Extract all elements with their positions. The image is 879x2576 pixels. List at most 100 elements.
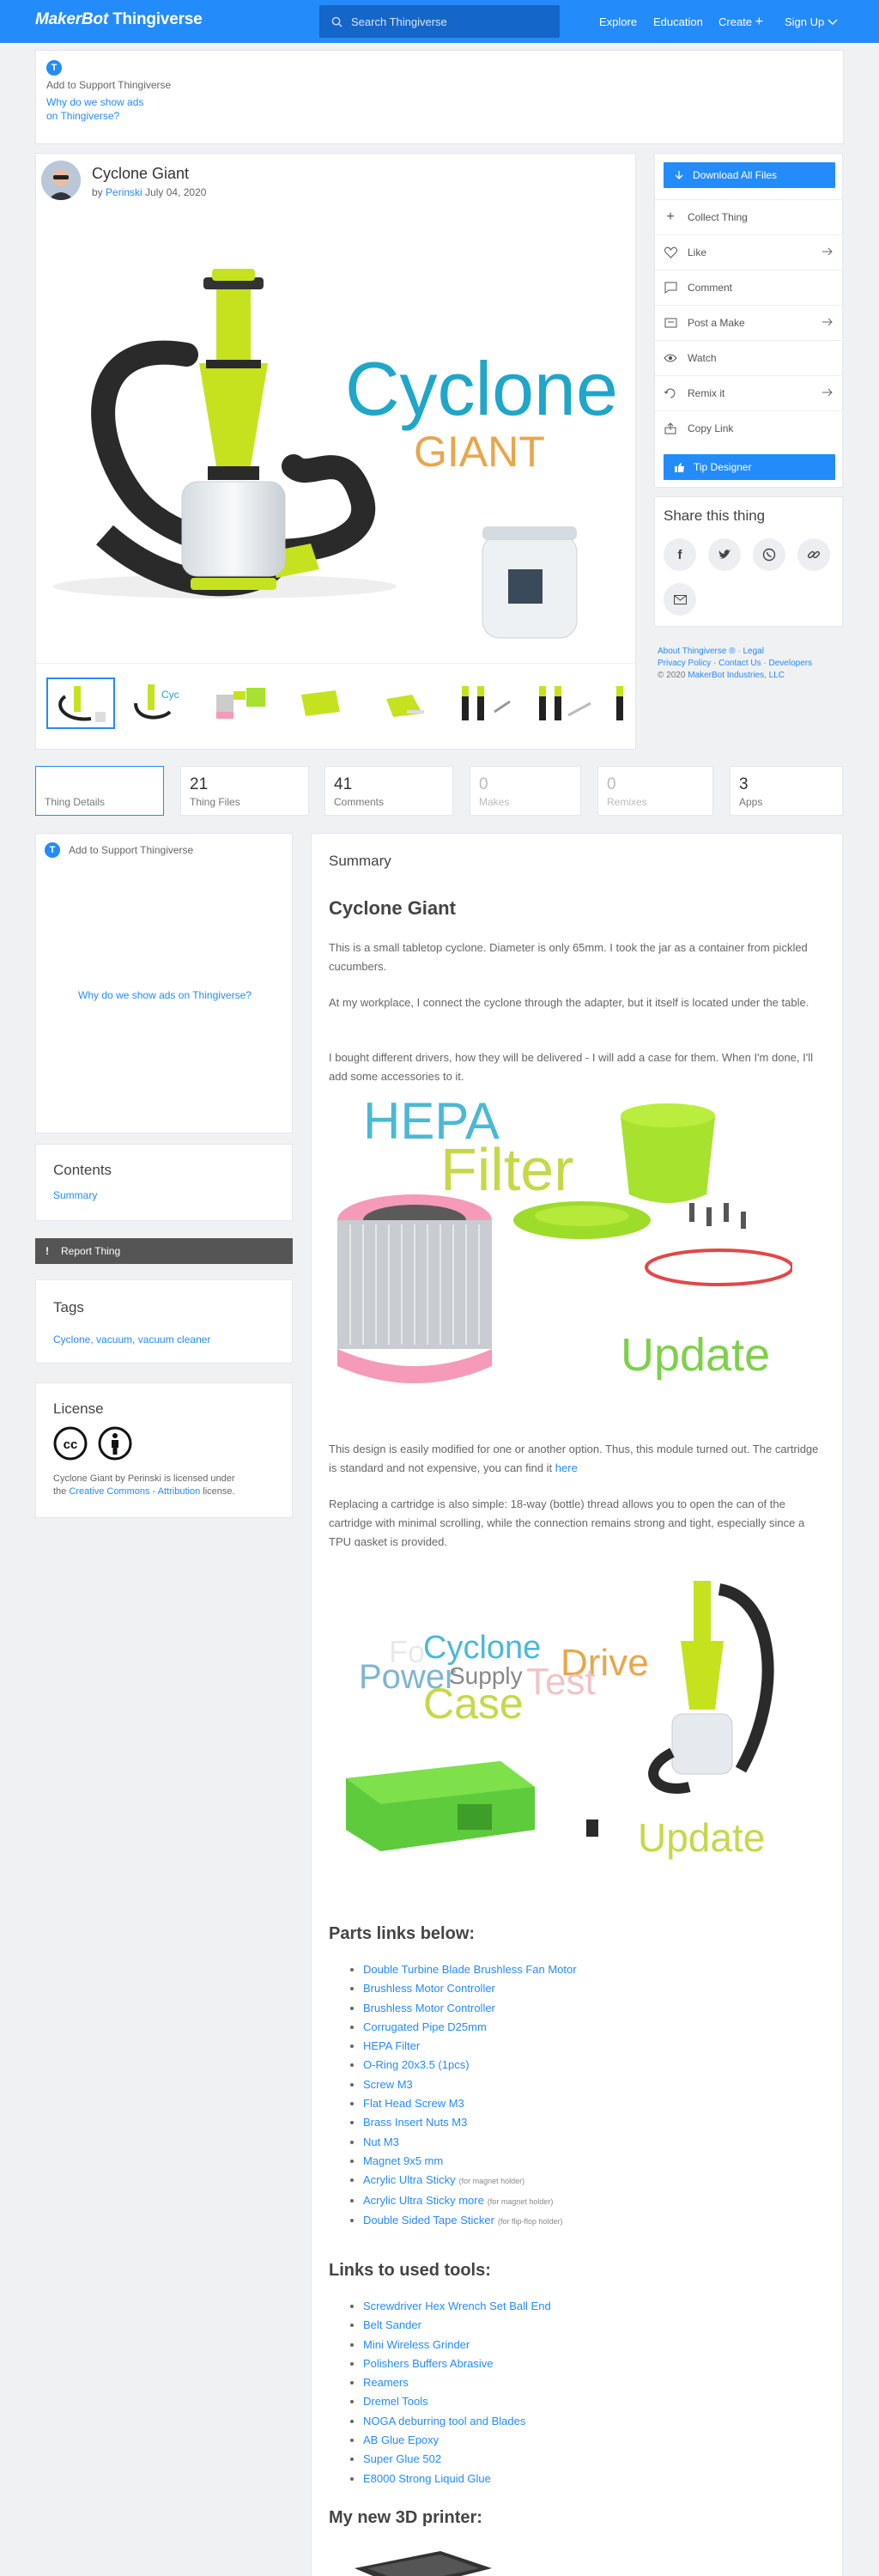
parts-link-item[interactable]: Brushless Motor Controller bbox=[363, 1979, 827, 1998]
parts-link-item[interactable]: Flat Head Screw M3 bbox=[363, 2094, 827, 2113]
parts-link[interactable]: Double Sided Tape Sticker bbox=[363, 2214, 494, 2227]
report-thing-button[interactable]: ! Report Thing bbox=[35, 1238, 293, 1264]
twitter-share-button[interactable] bbox=[708, 538, 741, 571]
tools-link[interactable]: Super Glue 502 bbox=[363, 2452, 441, 2465]
like-button[interactable]: Like bbox=[655, 234, 844, 270]
tools-link[interactable]: NOGA deburring tool and Blades bbox=[363, 2415, 525, 2427]
site-logo[interactable]: MakerBot Thingiverse bbox=[35, 10, 203, 29]
tools-link[interactable]: Reamers bbox=[363, 2376, 409, 2389]
parts-link[interactable]: Screw M3 bbox=[363, 2078, 413, 2091]
legal-link[interactable]: Legal bbox=[743, 647, 763, 656]
parts-link[interactable]: Magnet 9x5 mm bbox=[363, 2154, 443, 2167]
nav-sign-up[interactable]: Sign Up bbox=[785, 15, 838, 28]
thumbnail-4[interactable] bbox=[288, 677, 357, 729]
parts-link[interactable]: Corrugated Pipe D25mm bbox=[363, 2020, 487, 2033]
email-share-button[interactable] bbox=[664, 583, 696, 616]
parts-link[interactable]: HEPA Filter bbox=[363, 2039, 420, 2052]
hero-image[interactable]: Cyclone GIANT bbox=[53, 209, 620, 655]
thumbnail-8[interactable] bbox=[609, 677, 630, 729]
power-supply-image[interactable]: Fo Power Cyclone Supply Drive Case Test … bbox=[329, 1546, 792, 1873]
author-link[interactable]: Perinski bbox=[106, 186, 142, 198]
license-link[interactable]: Creative Commons - Attribution bbox=[69, 1486, 200, 1497]
developers-link[interactable]: Developers bbox=[769, 659, 813, 668]
copy-link-share-button[interactable] bbox=[797, 538, 830, 571]
nav-explore[interactable]: Explore bbox=[599, 15, 637, 28]
thumbnail-7[interactable] bbox=[530, 677, 599, 729]
parts-link[interactable]: Nut M3 bbox=[363, 2136, 399, 2148]
parts-link-item[interactable]: Double Turbine Blade Brushless Fan Motor bbox=[363, 1960, 827, 1979]
nav-education[interactable]: Education bbox=[653, 15, 703, 28]
avatar[interactable] bbox=[41, 161, 81, 200]
watch-button[interactable]: Watch bbox=[655, 340, 844, 375]
parts-link-item[interactable]: Screw M3 bbox=[363, 2075, 827, 2094]
tools-link-item[interactable]: Super Glue 502 bbox=[363, 2450, 827, 2469]
parts-link-item[interactable]: Brushless Motor Controller bbox=[363, 1999, 827, 2018]
tools-link[interactable]: Dremel Tools bbox=[363, 2395, 428, 2408]
tools-link-item[interactable]: AB Glue Epoxy bbox=[363, 2431, 827, 2450]
thumbnail-2[interactable]: Cyc bbox=[127, 677, 196, 729]
remix-it-button[interactable]: Remix it bbox=[655, 375, 844, 410]
parts-link-item[interactable]: Acrylic Ultra Sticky(for magnet holder) bbox=[363, 2171, 827, 2190]
about-link[interactable]: About Thingiverse ® bbox=[658, 647, 736, 656]
tools-link[interactable]: Belt Sander bbox=[363, 2318, 421, 2331]
parts-link[interactable]: Brass Insert Nuts M3 bbox=[363, 2116, 467, 2129]
tools-link-item[interactable]: NOGA deburring tool and Blades bbox=[363, 2412, 827, 2431]
comment-button[interactable]: Comment bbox=[655, 270, 844, 305]
thumbnail-3[interactable] bbox=[208, 677, 276, 729]
tools-link[interactable]: E8000 Strong Liquid Glue bbox=[363, 2472, 491, 2485]
company-link[interactable]: MakerBot Industries, LLC bbox=[688, 671, 785, 680]
download-all-files-button[interactable]: Download All Files bbox=[664, 162, 835, 188]
tools-link-item[interactable]: Belt Sander bbox=[363, 2316, 827, 2335]
tools-link-item[interactable]: Mini Wireless Grinder bbox=[363, 2336, 827, 2354]
tab-thing-details[interactable]: Thing Details bbox=[35, 766, 164, 816]
collect-thing-button[interactable]: + Collect Thing bbox=[655, 199, 844, 234]
tools-link[interactable]: Polishers Buffers Abrasive bbox=[363, 2357, 494, 2370]
parts-link-item[interactable]: Brass Insert Nuts M3 bbox=[363, 2113, 827, 2132]
parts-link[interactable]: Double Turbine Blade Brushless Fan Motor bbox=[363, 1963, 577, 1976]
privacy-link[interactable]: Privacy Policy bbox=[658, 659, 711, 668]
parts-link-item[interactable]: HEPA Filter bbox=[363, 2037, 827, 2056]
printer-image[interactable] bbox=[329, 2543, 500, 2576]
tools-link-item[interactable]: Reamers bbox=[363, 2373, 827, 2392]
tab-remixes[interactable]: 0 Remixes bbox=[597, 766, 713, 816]
parts-link[interactable]: Acrylic Ultra Sticky more bbox=[363, 2194, 484, 2207]
facebook-share-button[interactable]: f bbox=[664, 538, 696, 571]
license-badges[interactable]: cc bbox=[53, 1426, 132, 1461]
why-ads-link[interactable]: Why do we show ads on Thingiverse? bbox=[36, 989, 294, 1001]
contents-summary-link[interactable]: Summary bbox=[53, 1189, 97, 1201]
tab-makes[interactable]: 0 Makes bbox=[470, 766, 581, 816]
tools-link-item[interactable]: Dremel Tools bbox=[363, 2392, 827, 2411]
tab-comments[interactable]: 41 Comments bbox=[324, 766, 453, 816]
tools-link[interactable]: Mini Wireless Grinder bbox=[363, 2338, 470, 2351]
parts-link-item[interactable]: Corrugated Pipe D25mm bbox=[363, 2018, 827, 2037]
parts-link[interactable]: Brushless Motor Controller bbox=[363, 2002, 495, 2014]
parts-link[interactable]: Flat Head Screw M3 bbox=[363, 2097, 464, 2110]
tags-list[interactable]: Cyclone, vacuum, vacuum cleaner bbox=[53, 1334, 210, 1346]
tools-link-item[interactable]: Screwdriver Hex Wrench Set Ball End bbox=[363, 2297, 827, 2316]
parts-link-item[interactable]: Acrylic Ultra Sticky more(for magnet hol… bbox=[363, 2191, 827, 2211]
thumbnail-5[interactable] bbox=[369, 677, 438, 729]
tools-link-item[interactable]: E8000 Strong Liquid Glue bbox=[363, 2470, 827, 2488]
parts-link[interactable]: Acrylic Ultra Sticky bbox=[363, 2173, 456, 2186]
tab-apps[interactable]: 3 Apps bbox=[730, 766, 843, 816]
tools-link-item[interactable]: Polishers Buffers Abrasive bbox=[363, 2354, 827, 2373]
whatsapp-share-button[interactable] bbox=[753, 538, 785, 571]
search-input[interactable] bbox=[351, 15, 540, 28]
parts-link[interactable]: Brushless Motor Controller bbox=[363, 1982, 495, 1995]
tools-link[interactable]: AB Glue Epoxy bbox=[363, 2433, 439, 2446]
cartridge-here-link[interactable]: here bbox=[555, 1461, 578, 1474]
parts-link-item[interactable]: Nut M3 bbox=[363, 2133, 827, 2152]
nav-create[interactable]: Create + bbox=[718, 15, 763, 29]
copy-link-button[interactable]: Copy Link bbox=[655, 410, 844, 446]
search-box[interactable] bbox=[319, 5, 560, 38]
hepa-filter-image[interactable]: HEPA Filter Update bbox=[329, 1091, 794, 1418]
post-a-make-button[interactable]: Post a Make bbox=[655, 305, 844, 340]
contact-link[interactable]: Contact Us bbox=[718, 659, 761, 668]
parts-link-item[interactable]: Double Sided Tape Sticker(for flip-flop … bbox=[363, 2211, 827, 2231]
parts-link-item[interactable]: O-Ring 20x3.5 (1pcs) bbox=[363, 2056, 827, 2075]
tip-designer-button[interactable]: Tip Designer bbox=[664, 454, 835, 480]
thumbnail-6[interactable] bbox=[450, 677, 518, 729]
tools-link[interactable]: Screwdriver Hex Wrench Set Ball End bbox=[363, 2300, 551, 2312]
parts-link-item[interactable]: Magnet 9x5 mm bbox=[363, 2152, 827, 2171]
tab-thing-files[interactable]: 21 Thing Files bbox=[180, 766, 309, 816]
